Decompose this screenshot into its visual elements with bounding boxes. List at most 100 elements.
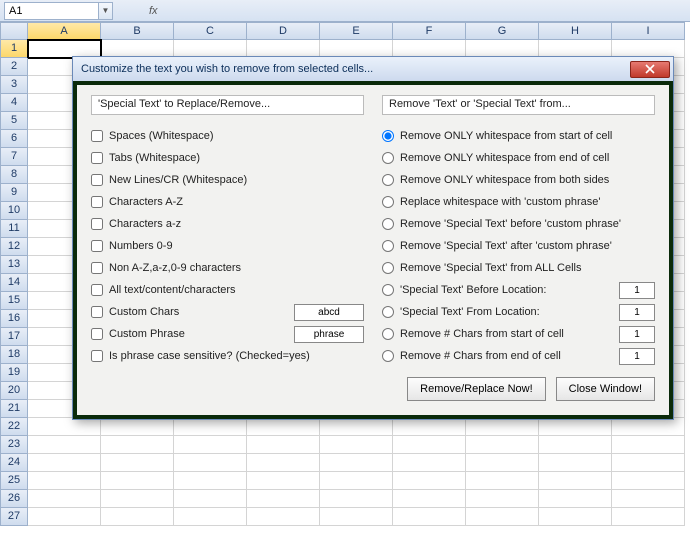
column-header[interactable]: C [174,22,247,40]
case-sensitive-checkbox[interactable] [91,350,103,362]
option-checkbox[interactable] [91,218,103,230]
cell[interactable] [174,454,247,472]
cell[interactable] [247,436,320,454]
cell[interactable] [466,472,539,490]
row-header[interactable]: 25 [0,472,28,490]
option-number-input[interactable] [619,348,655,365]
cell[interactable] [393,436,466,454]
row-header[interactable]: 11 [0,220,28,238]
custom-phrase-checkbox[interactable] [91,328,103,340]
option-radio[interactable] [382,306,394,318]
cell[interactable] [101,472,174,490]
cell[interactable] [28,472,101,490]
option-radio[interactable] [382,196,394,208]
option-radio[interactable] [382,284,394,296]
option-radio[interactable] [382,240,394,252]
cell[interactable] [539,508,612,526]
cell[interactable] [174,472,247,490]
cell[interactable] [393,454,466,472]
close-window-button[interactable]: Close Window! [556,377,655,401]
cell[interactable] [466,454,539,472]
cell[interactable] [393,418,466,436]
cell[interactable] [320,436,393,454]
cell[interactable] [247,508,320,526]
cell[interactable] [393,508,466,526]
row-header[interactable]: 19 [0,364,28,382]
row-header[interactable]: 6 [0,130,28,148]
cell[interactable] [174,418,247,436]
custom-chars-input[interactable] [294,304,364,321]
cell[interactable] [174,490,247,508]
column-header[interactable]: G [466,22,539,40]
cell[interactable] [466,418,539,436]
select-all-corner[interactable] [0,22,28,40]
row-header[interactable]: 18 [0,346,28,364]
option-checkbox[interactable] [91,262,103,274]
row-header[interactable]: 2 [0,58,28,76]
fx-button[interactable]: fx [143,5,164,17]
row-header[interactable]: 3 [0,76,28,94]
option-radio[interactable] [382,262,394,274]
cell[interactable] [247,454,320,472]
row-header[interactable]: 24 [0,454,28,472]
row-header[interactable]: 13 [0,256,28,274]
cell[interactable] [612,436,685,454]
cell[interactable] [539,436,612,454]
option-radio[interactable] [382,152,394,164]
column-header[interactable]: D [247,22,320,40]
row-header[interactable]: 16 [0,310,28,328]
cell[interactable] [101,508,174,526]
cell[interactable] [101,490,174,508]
cell[interactable] [612,454,685,472]
cell[interactable] [320,454,393,472]
column-header[interactable]: H [539,22,612,40]
option-number-input[interactable] [619,304,655,321]
row-header[interactable]: 23 [0,436,28,454]
row-header[interactable]: 15 [0,292,28,310]
row-header[interactable]: 4 [0,94,28,112]
cell[interactable] [539,418,612,436]
option-checkbox[interactable] [91,240,103,252]
cell[interactable] [612,508,685,526]
row-header[interactable]: 12 [0,238,28,256]
row-header[interactable]: 14 [0,274,28,292]
option-radio[interactable] [382,174,394,186]
column-header[interactable]: F [393,22,466,40]
option-checkbox[interactable] [91,152,103,164]
cell[interactable] [28,490,101,508]
dialog-titlebar[interactable]: Customize the text you wish to remove fr… [73,57,673,81]
row-header[interactable]: 20 [0,382,28,400]
row-header[interactable]: 8 [0,166,28,184]
row-header[interactable]: 7 [0,148,28,166]
option-checkbox[interactable] [91,284,103,296]
column-header[interactable]: E [320,22,393,40]
column-header[interactable]: A [28,22,101,40]
cell[interactable] [247,472,320,490]
cell[interactable] [174,436,247,454]
cell[interactable] [28,436,101,454]
cell[interactable] [101,418,174,436]
cell[interactable] [101,436,174,454]
cell[interactable] [539,490,612,508]
cell[interactable] [612,418,685,436]
option-checkbox[interactable] [91,130,103,142]
cell[interactable] [320,508,393,526]
cell[interactable] [393,472,466,490]
cell[interactable] [101,454,174,472]
row-header[interactable]: 1 [0,40,28,58]
remove-replace-button[interactable]: Remove/Replace Now! [407,377,546,401]
option-number-input[interactable] [619,326,655,343]
option-radio[interactable] [382,350,394,362]
row-header[interactable]: 27 [0,508,28,526]
row-header[interactable]: 9 [0,184,28,202]
custom-chars-checkbox[interactable] [91,306,103,318]
cell[interactable] [247,418,320,436]
option-number-input[interactable] [619,282,655,299]
row-header[interactable]: 10 [0,202,28,220]
cell[interactable] [174,508,247,526]
cell[interactable] [320,490,393,508]
cell[interactable] [320,472,393,490]
cell[interactable] [612,472,685,490]
cell[interactable] [28,418,101,436]
row-header[interactable]: 26 [0,490,28,508]
